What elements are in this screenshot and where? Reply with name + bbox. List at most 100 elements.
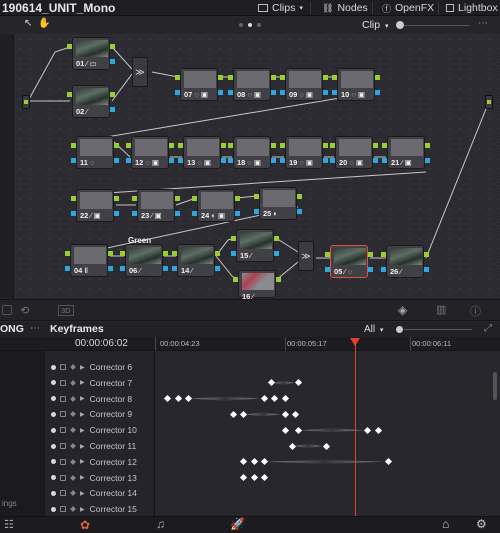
layer-mixer-node[interactable]: ≫ [298, 241, 314, 271]
rgb-output-port[interactable] [373, 143, 378, 148]
lock-icon[interactable] [60, 458, 66, 465]
rgb-output-port[interactable] [323, 143, 328, 148]
keyframe-row[interactable]: ▶ Corrector 13 [45, 470, 154, 486]
alpha-output-port[interactable] [271, 90, 276, 95]
alpha-input-port[interactable] [228, 90, 233, 95]
alpha-input-port[interactable] [65, 266, 70, 271]
node-23[interactable]: 23 ∕ ▣ [132, 189, 180, 222]
alpha-input-port[interactable] [381, 267, 386, 272]
enable-toggle-icon[interactable] [51, 459, 56, 465]
node-08[interactable]: 08 ◌ ▣ [228, 68, 276, 101]
alpha-input-port[interactable] [178, 158, 183, 163]
rgb-output-port[interactable] [169, 143, 174, 148]
lock-icon[interactable] [60, 506, 66, 513]
keyframe-mode-icon[interactable] [70, 379, 76, 386]
node-15[interactable]: 15 ∕ [231, 229, 279, 262]
keyframe-marker[interactable] [250, 458, 258, 466]
alpha-output-port[interactable] [297, 209, 302, 214]
keyframe-marker[interactable] [240, 474, 248, 482]
node-24[interactable]: 24 ◐ ▣ [192, 189, 240, 222]
keyframe-marker[interactable] [174, 395, 182, 403]
rgb-output-port[interactable] [215, 251, 220, 256]
node-10[interactable]: 10 ◌ ▣ [332, 68, 380, 101]
node-19[interactable]: 19 ◌ ▣ [280, 136, 328, 169]
keyframe-mode-icon[interactable] [70, 474, 76, 481]
expand-arrow-icon[interactable]: ▶ [80, 490, 85, 497]
rgb-output-port[interactable] [110, 92, 115, 97]
lock-icon[interactable] [60, 364, 66, 370]
more-options-icon[interactable]: ⋯ [30, 323, 40, 334]
rgb-input-port[interactable] [175, 75, 180, 80]
enable-toggle-icon[interactable] [51, 490, 56, 496]
keyframe-mode-icon[interactable] [70, 506, 76, 513]
alpha-input-port[interactable] [325, 267, 330, 272]
expand-arrow-icon[interactable]: ▶ [80, 458, 85, 465]
keyframe-marker[interactable] [281, 426, 289, 434]
rgb-input-port[interactable] [325, 252, 330, 257]
enable-toggle-icon[interactable] [51, 380, 56, 386]
keyframe-marker[interactable] [281, 410, 289, 418]
alpha-output-port[interactable] [271, 158, 276, 163]
rotate-icon[interactable]: ⟲ [20, 304, 29, 317]
alpha-input-port[interactable] [228, 158, 233, 163]
lock-icon[interactable] [60, 395, 66, 402]
node-12[interactable]: 12 ◌ ▣ [126, 136, 174, 169]
node-07[interactable]: 07 ◌ ▣ [175, 68, 223, 101]
node-25[interactable]: 25 ◐ [254, 187, 302, 220]
lock-icon[interactable] [60, 411, 66, 418]
rgb-input-port[interactable] [381, 252, 386, 257]
alpha-output-port[interactable] [323, 90, 328, 95]
alpha-output-port[interactable] [274, 251, 279, 256]
enable-toggle-icon[interactable] [51, 506, 56, 512]
node-22[interactable]: 22 ∕ ▣ [71, 189, 119, 222]
rgb-input-port[interactable] [332, 75, 337, 80]
alpha-input-port[interactable] [71, 211, 76, 216]
keyframe-marker[interactable] [260, 474, 268, 482]
rgb-input-port[interactable] [231, 236, 236, 241]
alpha-output-port[interactable] [323, 158, 328, 163]
node-16[interactable]: 16 ∕ [233, 270, 281, 301]
alpha-input-port[interactable] [332, 90, 337, 95]
keyframe-marker[interactable] [291, 410, 300, 418]
rgb-input-port[interactable] [67, 44, 72, 49]
keyframe-filter-select[interactable]: All ▾ [364, 324, 383, 335]
fairlight-page-icon[interactable]: ♫ [156, 517, 165, 531]
rgb-output-port[interactable] [297, 194, 302, 199]
keyframe-marker[interactable] [295, 426, 303, 434]
alpha-input-port[interactable] [120, 266, 125, 271]
lock-icon[interactable] [60, 443, 66, 449]
rgb-output-port[interactable] [110, 44, 115, 49]
alpha-output-port[interactable] [114, 158, 119, 163]
alpha-input-port[interactable] [175, 90, 180, 95]
node-01[interactable]: 01 ∕ ▭ [67, 37, 115, 70]
rgb-output-port[interactable] [218, 75, 223, 80]
source-input-node[interactable] [22, 95, 30, 109]
alpha-input-port[interactable] [132, 211, 137, 216]
keyframe-timeline[interactable] [155, 351, 500, 516]
keyframe-row[interactable]: ▶ Corrector 7 [45, 375, 154, 391]
vertical-scrollbar[interactable] [493, 372, 497, 400]
rgb-input-port[interactable] [192, 196, 197, 201]
rgb-output-port[interactable] [276, 277, 281, 282]
rgb-input-port[interactable] [172, 251, 177, 256]
color-page-icon[interactable]: ✿ [80, 518, 90, 532]
layer-mixer-node[interactable]: ≫ [132, 57, 148, 87]
keyframe-zoom-handle[interactable] [396, 326, 403, 333]
node-18[interactable]: 18 ◌ ▣ [228, 136, 276, 169]
rgb-input-port[interactable] [178, 143, 183, 148]
expand-arrow-icon[interactable]: ▶ [80, 506, 85, 513]
keyframe-mode-icon[interactable] [70, 458, 76, 465]
rgb-input-port[interactable] [280, 75, 285, 80]
rgb-output-port[interactable] [425, 143, 430, 148]
node-14[interactable]: 14 ∕ [172, 244, 220, 277]
output-port[interactable] [487, 100, 491, 104]
keyframe-row[interactable]: ▶ Corrector 10 [45, 422, 154, 438]
alpha-output-port[interactable] [221, 158, 226, 163]
keyframe-marker[interactable] [295, 379, 303, 387]
keyframe-row[interactable]: ▶ Corrector 8 [45, 391, 154, 407]
enable-toggle-icon[interactable] [51, 411, 56, 417]
keyframe-marker[interactable] [240, 410, 248, 418]
alpha-input-port[interactable] [254, 209, 259, 214]
node-02[interactable]: 02 ∕ [67, 85, 115, 118]
edit-page-icon[interactable]: ☷ [4, 518, 14, 531]
